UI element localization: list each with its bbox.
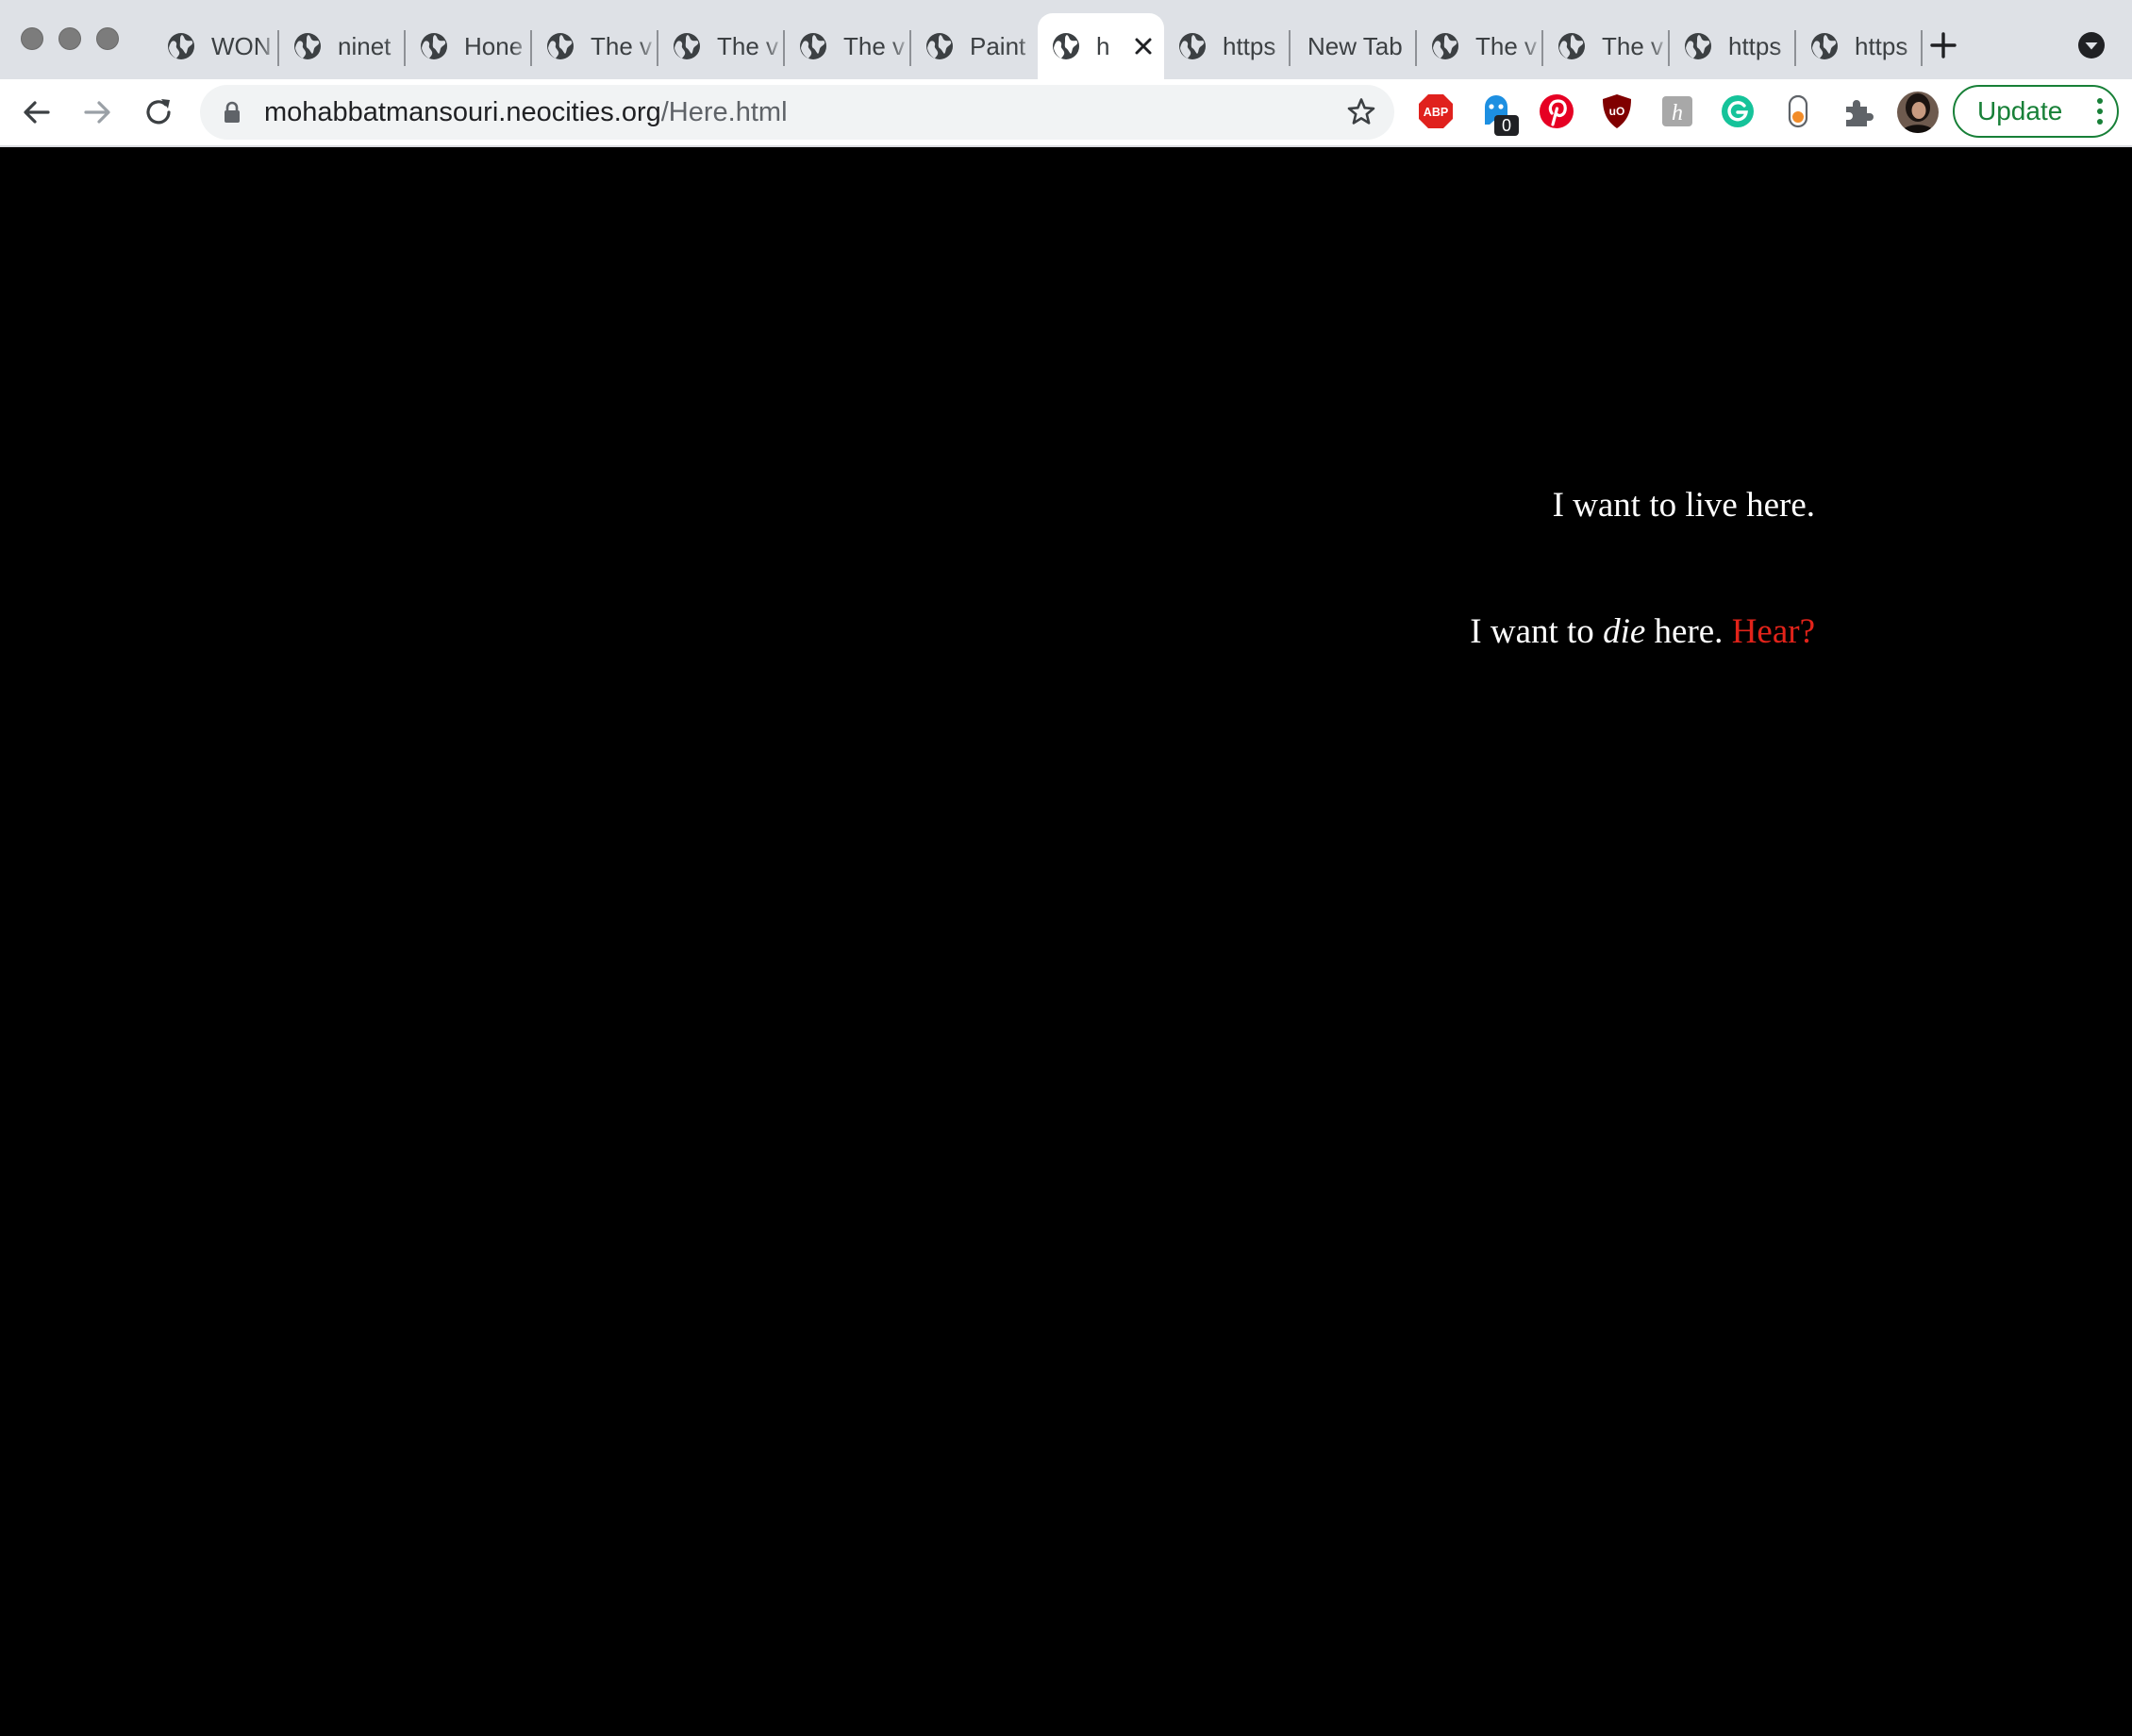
extensions-puzzle-icon[interactable] — [1840, 92, 1877, 130]
ublock-label: uO — [1609, 105, 1625, 118]
honey-label: h — [1672, 101, 1683, 125]
globe-icon — [1811, 33, 1838, 59]
browser-toolbar: mohabbatmansouri.neocities.org/Here.html… — [0, 79, 2132, 145]
back-arrow-icon[interactable] — [17, 92, 57, 132]
globe-icon — [674, 33, 700, 59]
browser-tab[interactable]: New Tab — [1291, 13, 1417, 79]
url-host: mohabbatmansouri.neocities.org — [264, 97, 661, 127]
browser-tab[interactable]: The v — [658, 13, 785, 79]
tab-title: h — [1096, 31, 1110, 60]
tab-strip: WON ninet Hone The v The v The v Paint h https Ne… — [0, 0, 2132, 79]
poem-line-live: I want to live here. — [1552, 486, 1815, 525]
poem-line-die: I want to die here. Hear? — [1470, 611, 1815, 652]
globe-icon — [800, 33, 826, 59]
adblock-plus-icon[interactable]: ABP — [1417, 92, 1455, 130]
browser-tab[interactable]: The v — [1543, 13, 1670, 79]
web-page-content: I want to live here. I want to die here.… — [0, 147, 2132, 1736]
tab-search-dropdown-icon[interactable] — [2077, 31, 2106, 59]
minimize-window-button[interactable] — [58, 27, 81, 50]
globe-icon — [547, 33, 574, 59]
tab-title: Paint — [970, 31, 1026, 60]
tab-title: The v — [843, 31, 906, 60]
new-tab-plus-icon[interactable] — [1924, 26, 1962, 64]
reload-icon[interactable] — [139, 92, 178, 132]
globe-icon — [1432, 33, 1458, 59]
forward-arrow-icon[interactable] — [77, 92, 117, 132]
address-bar[interactable]: mohabbatmansouri.neocities.org/Here.html — [200, 85, 1394, 140]
tab-title: The v — [717, 31, 779, 60]
tab-title: WON — [211, 31, 272, 60]
tab-title: Hone — [464, 31, 524, 60]
globe-icon — [926, 33, 953, 59]
tab-title: The v — [1602, 31, 1664, 60]
close-window-button[interactable] — [21, 27, 43, 50]
globe-icon — [1558, 33, 1585, 59]
more-menu-kebab-icon[interactable] — [2094, 96, 2106, 126]
honey-icon[interactable]: h — [1658, 92, 1696, 130]
browser-tab[interactable]: https — [1796, 13, 1923, 79]
ublock-origin-icon[interactable]: uO — [1598, 92, 1636, 130]
browser-window: WON ninet Hone The v The v The v Paint h https Ne… — [0, 0, 2132, 1736]
pinterest-icon[interactable] — [1538, 92, 1575, 130]
url-path: /Here.html — [660, 97, 788, 127]
update-button-label: Update — [1977, 96, 2063, 125]
browser-tab[interactable]: https — [1670, 13, 1796, 79]
globe-icon — [421, 33, 447, 59]
browser-tab[interactable]: https — [1164, 13, 1291, 79]
adblock-plus-label: ABP — [1424, 106, 1448, 119]
tab-separator — [1921, 30, 1923, 66]
tab-title: https — [1223, 31, 1276, 60]
ghostery-badge: 0 — [1494, 115, 1519, 136]
globe-icon — [1053, 33, 1079, 59]
globe-icon — [168, 33, 194, 59]
browser-tab[interactable]: The v — [532, 13, 658, 79]
lock-icon[interactable] — [223, 101, 242, 124]
tab-title: The v — [591, 31, 653, 60]
url-text[interactable]: mohabbatmansouri.neocities.org/Here.html — [264, 85, 788, 140]
browser-tab[interactable]: The v — [785, 13, 911, 79]
browser-tab[interactable]: ninet — [279, 13, 406, 79]
close-tab-icon[interactable] — [1130, 33, 1157, 59]
bookmark-star-icon[interactable] — [1345, 96, 1377, 128]
record-extension-icon[interactable] — [1779, 92, 1817, 130]
poem-emphasis-die: die — [1603, 612, 1646, 651]
globe-icon — [294, 33, 321, 59]
browser-tab[interactable]: h — [1038, 13, 1164, 79]
update-button[interactable]: Update — [1953, 85, 2119, 138]
poem-line-die-suffix: here. — [1645, 612, 1732, 651]
tab-title: https — [1855, 31, 1908, 60]
grammarly-icon[interactable] — [1719, 92, 1757, 130]
globe-icon — [1179, 33, 1206, 59]
tab-title: ninet — [338, 31, 391, 60]
browser-tab[interactable]: Paint — [911, 13, 1038, 79]
browser-tab[interactable]: Hone — [406, 13, 532, 79]
tab-list: WON ninet Hone The v The v The v Paint h https Ne… — [153, 13, 1923, 79]
tab-title: https — [1728, 31, 1782, 60]
tab-title: New Tab — [1308, 31, 1403, 60]
browser-tab[interactable]: The v — [1417, 13, 1543, 79]
globe-icon — [1685, 33, 1711, 59]
tab-title: The v — [1475, 31, 1538, 60]
zoom-window-button[interactable] — [96, 27, 119, 50]
hear-link[interactable]: Hear? — [1732, 612, 1815, 651]
poem-line-die-prefix: I want to — [1470, 612, 1604, 651]
browser-tab[interactable]: WON — [153, 13, 279, 79]
profile-avatar[interactable] — [1896, 91, 1940, 134]
